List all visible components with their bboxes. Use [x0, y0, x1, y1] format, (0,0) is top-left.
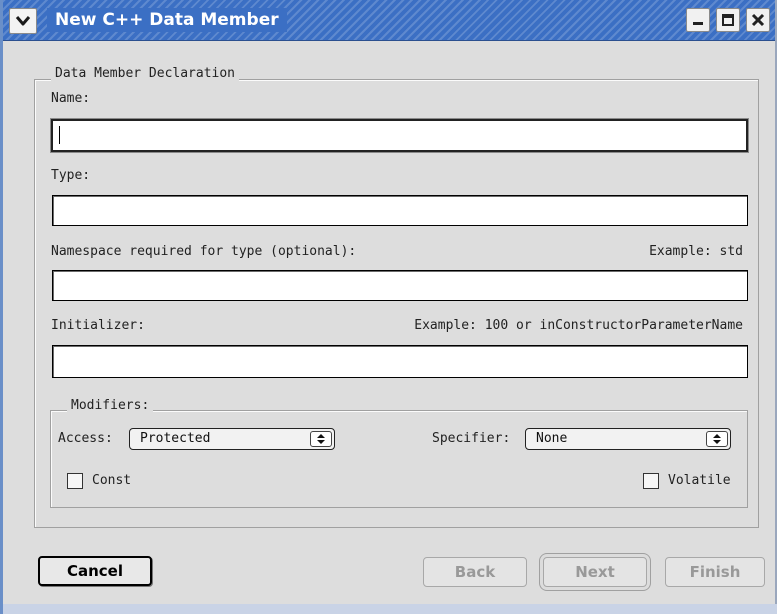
namespace-input[interactable]	[52, 270, 748, 301]
declaration-legend: Data Member Declaration	[51, 66, 240, 81]
window-title: New C++ Data Member	[47, 8, 287, 32]
window-bottom-edge	[3, 604, 777, 614]
back-button[interactable]: Back	[423, 557, 527, 587]
type-label: Type:	[51, 168, 91, 183]
cancel-button[interactable]: Cancel	[38, 556, 152, 586]
type-input[interactable]	[52, 195, 748, 226]
volatile-checkbox[interactable]	[643, 473, 659, 489]
maximize-button[interactable]	[716, 8, 740, 32]
initializer-label: Initializer:	[51, 318, 145, 333]
namespace-example: Example: std	[649, 244, 743, 259]
name-input[interactable]	[51, 119, 748, 152]
text-caret	[59, 126, 60, 144]
finish-button[interactable]: Finish	[665, 557, 765, 587]
close-button[interactable]	[746, 8, 770, 32]
name-label: Name:	[51, 91, 91, 106]
next-button[interactable]: Next	[543, 557, 647, 587]
minimize-icon	[693, 22, 703, 25]
modifiers-legend: Modifiers:	[67, 398, 154, 413]
title-bar: New C++ Data Member	[3, 0, 775, 41]
namespace-label: Namespace required for type (optional):	[51, 244, 357, 259]
specifier-selected-value: None	[536, 431, 568, 446]
const-label: Const	[92, 473, 132, 488]
window-menu-button[interactable]	[9, 8, 37, 34]
initializer-input[interactable]	[52, 345, 748, 378]
dialog-window: New C++ Data Member Data Member Declarat…	[0, 0, 777, 614]
updown-arrow-icon	[706, 431, 728, 447]
access-label: Access:	[58, 431, 113, 446]
close-icon	[751, 13, 765, 27]
specifier-select[interactable]: None	[525, 428, 731, 450]
const-checkbox[interactable]	[67, 473, 83, 489]
minimize-button[interactable]	[686, 8, 710, 32]
access-selected-value: Protected	[140, 431, 211, 446]
chevron-down-icon	[15, 16, 31, 26]
modifiers-group	[50, 410, 748, 508]
initializer-example: Example: 100 or inConstructorParameterNa…	[414, 318, 743, 333]
access-select[interactable]: Protected	[129, 428, 335, 450]
specifier-label: Specifier:	[432, 431, 511, 446]
volatile-label: Volatile	[668, 473, 731, 488]
maximize-icon	[722, 14, 734, 26]
updown-arrow-icon	[310, 431, 332, 447]
